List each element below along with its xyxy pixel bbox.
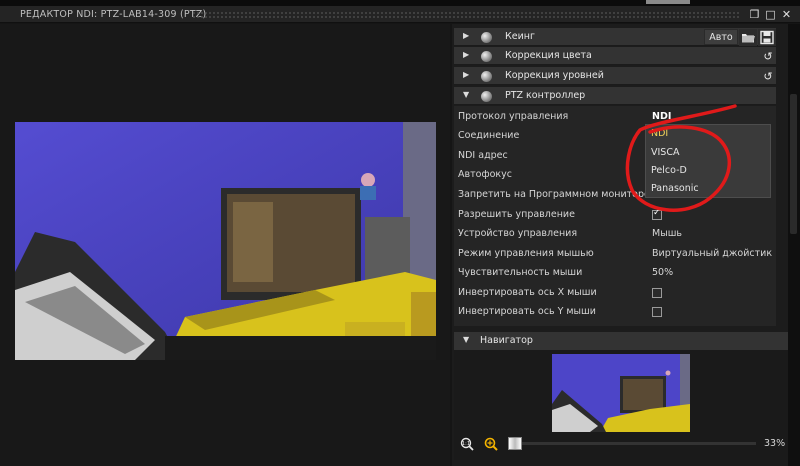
prop-row-invert-x[interactable]: Инвертировать ось X мыши — [454, 284, 776, 303]
undo-icon[interactable]: ↺ — [760, 68, 776, 85]
section-levels-correction[interactable]: ▶ Коррекция уровней — [454, 67, 776, 85]
section-label: Коррекция уровней — [505, 70, 604, 81]
toggle-disc-icon[interactable] — [481, 32, 492, 43]
section-label: Коррекция цвета — [505, 50, 592, 61]
toggle-disc-icon[interactable] — [481, 71, 492, 82]
prop-label: Протокол управления — [458, 111, 569, 122]
top-strip-highlight — [646, 0, 690, 4]
maximize-button[interactable]: □ — [764, 8, 777, 21]
folder-open-icon[interactable] — [739, 29, 757, 46]
toggle-disc-icon[interactable] — [481, 91, 492, 102]
protocol-option-visca[interactable]: VISCA — [651, 147, 679, 163]
mouse-sensitivity-value[interactable]: 50% — [652, 267, 673, 278]
prop-row-mouse-sensitivity[interactable]: Чувствительность мыши 50% — [454, 264, 776, 283]
save-icon[interactable] — [758, 29, 776, 46]
prop-label: Инвертировать ось Y мыши — [458, 306, 596, 317]
prop-label: Автофокус — [458, 169, 512, 180]
zoom-percent: 33% — [764, 438, 786, 449]
svg-text:1:1: 1:1 — [462, 441, 471, 447]
zoom-tool-icon[interactable] — [484, 437, 498, 451]
prop-label: Инвертировать ось X мыши — [458, 287, 597, 298]
prop-row-invert-y[interactable]: Инвертировать ось Y мыши — [454, 303, 776, 322]
protocol-option-panasonic[interactable]: Panasonic — [651, 183, 699, 199]
zoom-fit-icon[interactable]: 1:1 — [460, 437, 474, 451]
section-ptz-controller[interactable]: ▼ PTZ контроллер — [454, 87, 776, 105]
toggle-disc-icon[interactable] — [481, 51, 492, 62]
prop-label: Соединение — [458, 130, 520, 141]
section-label: Кеинг — [505, 31, 535, 42]
invert-x-checkbox[interactable] — [652, 288, 662, 298]
section-label: PTZ контроллер — [505, 90, 586, 101]
auto-button[interactable]: Авто — [704, 29, 738, 45]
expand-arrow-icon: ▶ — [463, 70, 470, 79]
prop-label: Устройство управления — [458, 228, 578, 239]
prop-row-allow-control[interactable]: Разрешить управление — [454, 206, 776, 225]
prop-label: Запретить на Программном мониторе — [458, 189, 650, 200]
prop-row-mouse-mode[interactable]: Режим управления мышью Виртуальный джойс… — [454, 245, 776, 264]
prop-label: NDI адрес — [458, 150, 508, 161]
navigator-label: Навигатор — [480, 335, 533, 346]
control-device-select[interactable]: Мышь — [652, 228, 682, 239]
navigator-thumbnail[interactable] — [552, 354, 690, 432]
prop-row-control-device[interactable]: Устройство управления Мышь — [454, 225, 776, 244]
scrollbar-thumb[interactable] — [790, 94, 797, 234]
protocol-select[interactable]: NDI — [652, 111, 671, 122]
window-title: РЕДАКТОР NDI: PTZ-LAB14-309 (PTZ) — [20, 9, 207, 20]
zoom-slider-handle[interactable] — [508, 437, 522, 450]
prop-label: Режим управления мышью — [458, 248, 594, 259]
restore-button[interactable]: ❐ — [748, 8, 761, 21]
section-color-correction[interactable]: ▶ Коррекция цвета — [454, 47, 776, 65]
invert-y-checkbox[interactable] — [652, 307, 662, 317]
zoom-slider-track[interactable] — [508, 442, 756, 445]
close-button[interactable]: ✕ — [780, 8, 793, 21]
protocol-option-pelco-d[interactable]: Pelco-D — [651, 165, 687, 181]
prop-label: Чувствительность мыши — [458, 267, 583, 278]
camera-preview[interactable] — [15, 122, 436, 360]
expand-arrow-icon: ▶ — [463, 50, 470, 59]
protocol-option-ndi[interactable]: NDI — [651, 128, 668, 144]
undo-icon[interactable]: ↺ — [760, 48, 776, 65]
navigator-header[interactable]: ▼ Навигатор — [454, 332, 788, 350]
allow-control-checkbox[interactable] — [652, 208, 662, 220]
mouse-mode-select[interactable]: Виртуальный джойстик — [652, 248, 772, 259]
drag-grip[interactable] — [192, 11, 740, 18]
settings-scrollbar[interactable] — [788, 24, 800, 466]
collapse-arrow-icon: ▼ — [463, 335, 470, 344]
expand-arrow-icon: ▶ — [463, 31, 470, 40]
prop-label: Разрешить управление — [458, 209, 575, 220]
title-bar[interactable]: РЕДАКТОР NDI: PTZ-LAB14-309 (PTZ) ❐ □ ✕ — [0, 6, 800, 23]
collapse-arrow-icon: ▼ — [463, 90, 470, 99]
